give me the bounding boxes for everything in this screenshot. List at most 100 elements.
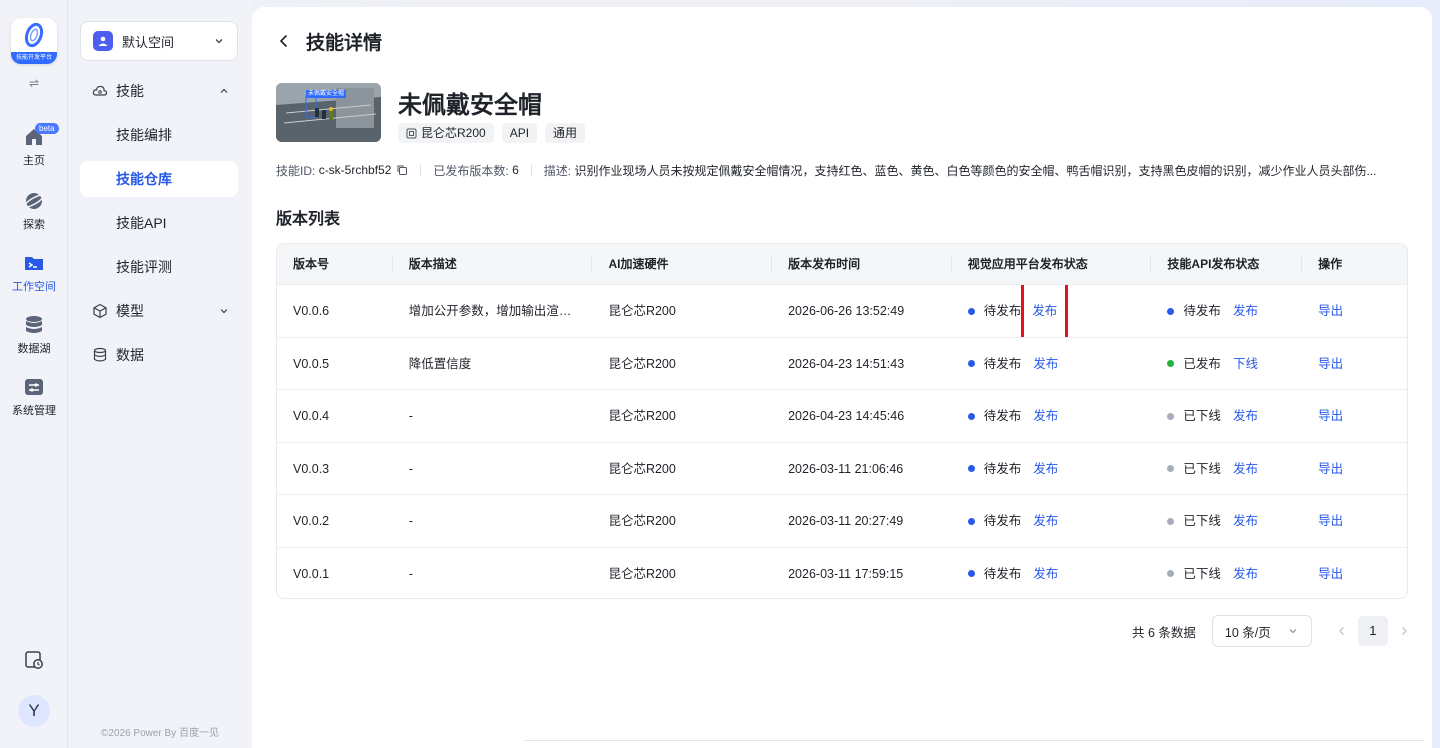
description-text: - bbox=[408, 461, 413, 476]
workspace-icon bbox=[25, 257, 43, 270]
status-text: 已下线 bbox=[1183, 566, 1221, 581]
swap-icon[interactable]: ⇌ bbox=[26, 76, 42, 92]
page-title: 技能详情 bbox=[306, 32, 383, 54]
publish-vision-button[interactable]: 发布 bbox=[1021, 285, 1069, 337]
cell-version: V0.0.3 bbox=[293, 461, 330, 476]
cell-api-status: 已下线 发布 bbox=[1151, 495, 1302, 547]
nav-group-data[interactable]: 数据 bbox=[80, 337, 238, 373]
cell-vision-status: 待发布 发布 bbox=[952, 495, 1152, 547]
skill-id-value: c-sk-5rchbf52 bbox=[318, 163, 392, 177]
cell-release-time: 2026-03-11 17:59:15 bbox=[788, 566, 904, 581]
export-button[interactable]: 导出 bbox=[1318, 443, 1343, 495]
back-arrow-icon[interactable] bbox=[276, 33, 292, 49]
table-row: V0.0.4- 昆仑芯R200 2026-04-23 14:45:46 待发布 发布 已下… bbox=[277, 389, 1407, 442]
page-size-select[interactable]: 10 条/页 bbox=[1211, 615, 1312, 647]
rail-item-explore[interactable]: 探索 bbox=[0, 190, 68, 232]
prev-page-icon[interactable] bbox=[1336, 625, 1348, 637]
cell-api-status: 待发布 发布 bbox=[1151, 285, 1302, 337]
version-table: 版本号 版本描述 AI加速硬件 版本发布时间 视觉应用平台发布状态 技能API发… bbox=[276, 243, 1408, 599]
api-action-button[interactable]: 发布 bbox=[1232, 443, 1259, 495]
nav-sub-orchestration[interactable]: 技能编排 bbox=[80, 117, 238, 153]
export-button[interactable]: 导出 bbox=[1318, 548, 1343, 599]
chip-icon bbox=[406, 128, 417, 138]
avatar[interactable]: Y bbox=[18, 695, 50, 727]
api-action-button[interactable]: 发布 bbox=[1232, 285, 1259, 337]
table-row: V0.0.3- 昆仑芯R200 2026-03-11 21:06:46 待发布 发布 已下… bbox=[277, 441, 1407, 495]
status-dot bbox=[1167, 570, 1175, 577]
status-dot bbox=[1167, 517, 1175, 525]
app-logo[interactable]: 技能开发平台 bbox=[11, 18, 57, 64]
space-selector[interactable]: 默认空间 bbox=[80, 21, 238, 61]
cell-api-status: 已下线 发布 bbox=[1151, 548, 1302, 599]
cell-api-status: 已发布 下线 bbox=[1151, 338, 1302, 390]
copy-icon[interactable] bbox=[396, 164, 408, 176]
publish-vision-button[interactable]: 发布 bbox=[1032, 548, 1059, 599]
description-text: - bbox=[408, 566, 413, 581]
cell-vision-status: 待发布 发布 bbox=[952, 338, 1152, 390]
publish-vision-button[interactable]: 发布 bbox=[1032, 495, 1059, 547]
api-action-button[interactable]: 下线 bbox=[1232, 338, 1259, 390]
cell-release-time: 2026-03-11 21:06:46 bbox=[788, 461, 904, 476]
rail-item-system[interactable]: 系统管理 bbox=[0, 376, 68, 418]
status-text: 待发布 bbox=[983, 514, 1022, 528]
nav-sub-repository[interactable]: 技能仓库 bbox=[80, 161, 238, 197]
rail-item-workspace[interactable]: 工作空间 bbox=[0, 252, 68, 294]
divider bbox=[530, 164, 532, 176]
status-text: 待发布 bbox=[1183, 304, 1221, 318]
nav-group-skill[interactable]: 技能 bbox=[80, 73, 238, 109]
skill-thumbnail: 未佩戴安全帽 bbox=[276, 83, 381, 142]
publish-vision-button[interactable]: 发布 bbox=[1032, 390, 1059, 442]
nav-group-model[interactable]: 模型 bbox=[80, 293, 238, 329]
cell-operation: 导出 bbox=[1302, 495, 1407, 547]
page-size-value: 10 条/页 bbox=[1224, 625, 1271, 640]
cell-hardware: 昆仑芯R200 bbox=[608, 304, 676, 318]
status-text: 待发布 bbox=[983, 409, 1022, 423]
status-text: 已下线 bbox=[1183, 409, 1221, 423]
column-header: 视觉应用平台发布状态 bbox=[952, 244, 1152, 284]
skill-tags: 昆仑芯R200 API 通用 bbox=[398, 123, 593, 143]
cell-hardware: 昆仑芯R200 bbox=[608, 514, 676, 528]
rail-item-home[interactable]: beta 主页 bbox=[0, 123, 68, 168]
status-dot bbox=[967, 412, 975, 420]
database-icon bbox=[93, 347, 107, 362]
skill-meta: 技能ID: c-sk-5rchbf52 已发布版本数: 6 描述: 识别作业现场… bbox=[276, 162, 1406, 178]
export-button[interactable]: 导出 bbox=[1318, 390, 1343, 442]
cell-version: V0.0.6 bbox=[293, 304, 330, 318]
column-header: 版本发布时间 bbox=[772, 244, 952, 284]
nav-group-label: 数据 bbox=[116, 347, 144, 363]
rail-item-datalake[interactable]: 数据湖 bbox=[0, 314, 68, 356]
api-action-button[interactable]: 发布 bbox=[1232, 495, 1259, 547]
cell-hardware: 昆仑芯R200 bbox=[608, 356, 676, 371]
cell-operation: 导出 bbox=[1302, 443, 1407, 495]
nav-sub-evaluation[interactable]: 技能评测 bbox=[80, 249, 238, 285]
task-clock-icon[interactable] bbox=[24, 650, 44, 670]
explore-icon bbox=[23, 193, 45, 209]
description-text: - bbox=[408, 409, 413, 423]
export-button[interactable]: 导出 bbox=[1318, 495, 1343, 547]
status-dot bbox=[967, 465, 975, 472]
page-number[interactable]: 1 bbox=[1357, 616, 1388, 646]
next-page-icon[interactable] bbox=[1398, 625, 1410, 637]
cell-version: V0.0.2 bbox=[293, 514, 330, 528]
cell-release-time: 2026-06-26 13:52:49 bbox=[788, 304, 905, 318]
api-action-button[interactable]: 发布 bbox=[1232, 390, 1259, 442]
cell-vision-status: 待发布 发布 bbox=[952, 548, 1152, 599]
divider bbox=[420, 164, 422, 176]
status-dot bbox=[967, 570, 975, 577]
cell-vision-status: 待发布 发布 bbox=[952, 285, 1152, 337]
rail-item-label: 系统管理 bbox=[12, 405, 56, 417]
api-action-button[interactable]: 发布 bbox=[1232, 548, 1259, 599]
status-text: 已发布 bbox=[1183, 356, 1221, 371]
export-button[interactable]: 导出 bbox=[1318, 285, 1343, 337]
nav-sub-api[interactable]: 技能API bbox=[80, 205, 238, 241]
publish-vision-button[interactable]: 发布 bbox=[1032, 338, 1059, 390]
export-button[interactable]: 导出 bbox=[1318, 338, 1343, 390]
tag-label: 昆仑芯R200 bbox=[421, 126, 486, 140]
status-text: 待发布 bbox=[983, 304, 1022, 318]
cell-description: - bbox=[393, 495, 593, 547]
cell-description: - bbox=[393, 548, 593, 599]
publish-vision-button[interactable]: 发布 bbox=[1032, 443, 1059, 495]
versions-value: 6 bbox=[512, 163, 519, 177]
cell-description: - bbox=[393, 443, 593, 495]
status-text: 待发布 bbox=[983, 566, 1022, 581]
